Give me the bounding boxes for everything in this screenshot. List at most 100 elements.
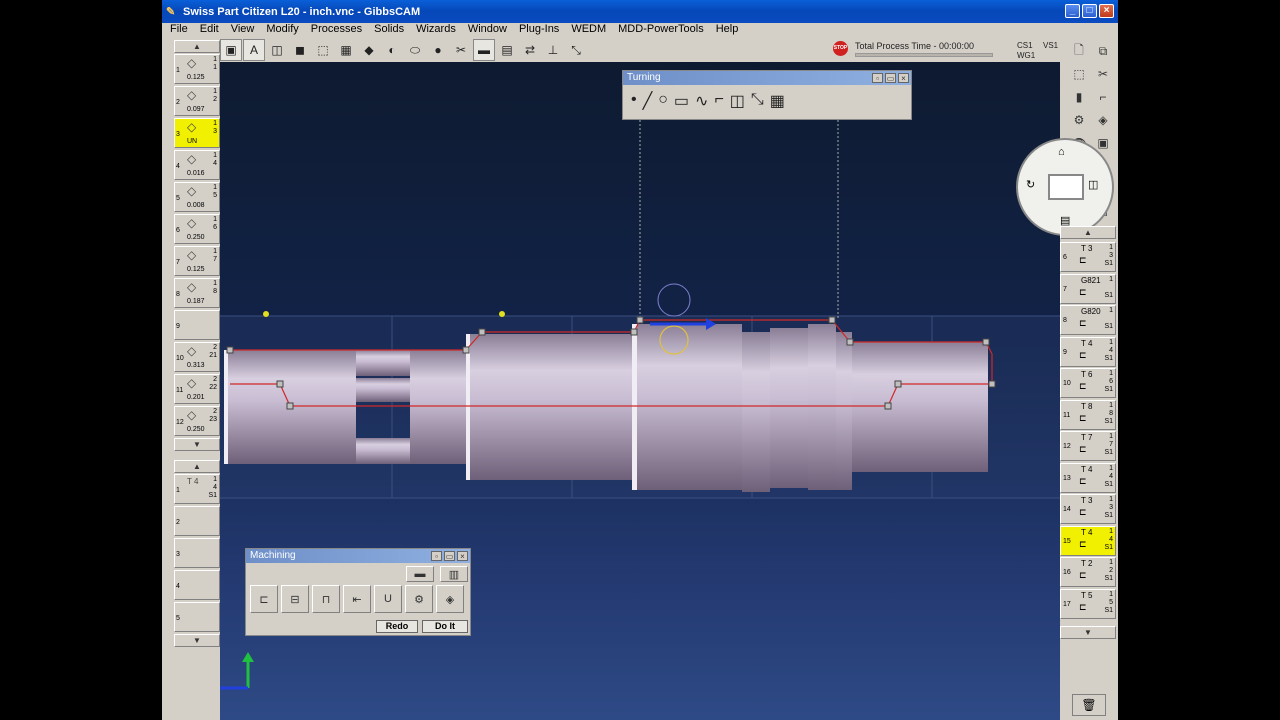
menu-wizards[interactable]: Wizards [410, 23, 462, 35]
operation-tile[interactable]: 1 T 4 1 4 S1 [174, 474, 220, 504]
tool-tile[interactable]: 11 ◇ 0.201 2 22 [174, 374, 220, 404]
menu-file[interactable]: File [164, 23, 194, 35]
groove-process-icon[interactable]: ⊓ [312, 585, 340, 613]
ops-scroll-up-icon[interactable]: ▲ [1060, 226, 1116, 239]
wireframe-view-icon[interactable]: ▣ [220, 39, 242, 61]
move-icon[interactable]: ⤡ [565, 39, 587, 61]
op-list-scroll-up-icon[interactable]: ▲ [174, 460, 220, 473]
hole-process-icon[interactable]: U [374, 585, 402, 613]
operation-tile[interactable]: 3 [174, 538, 220, 568]
tool-tile[interactable]: 12 ◇ 0.250 2 23 [174, 406, 220, 436]
fixture-icon[interactable]: ▤ [496, 39, 518, 61]
tool-tile[interactable]: 9 [174, 310, 220, 340]
operation-tile[interactable]: 16 T 2 ⊏ 1 2 S1 [1060, 557, 1116, 587]
palette-restore-icon[interactable]: ▭ [885, 73, 896, 83]
fixture-mode-icon[interactable]: ▥ [440, 566, 468, 582]
corner-tool-icon[interactable]: ⌐ [714, 91, 723, 111]
layers-icon[interactable]: ◈ [1092, 109, 1114, 131]
trash-icon[interactable]: 🗑 [1072, 694, 1106, 716]
dimension-tool-icon[interactable]: ⤡ [751, 91, 764, 111]
machining-icon[interactable]: ⚙ [1068, 109, 1090, 131]
circle-tool-icon[interactable]: ○ [658, 91, 668, 111]
menu-solids[interactable]: Solids [368, 23, 410, 35]
tool-list-scroll-down-icon[interactable]: ▼ [174, 438, 220, 451]
operation-tile[interactable]: 9 T 4 ⊏ 1 4 S1 [1060, 336, 1116, 367]
select-frame-icon[interactable]: ⬚ [1068, 63, 1090, 85]
operation-tile[interactable]: 5 [174, 602, 220, 632]
view-screen-icon[interactable] [1048, 174, 1084, 200]
menu-view[interactable]: View [225, 23, 261, 35]
text-view-icon[interactable]: A [243, 39, 265, 61]
operation-tile[interactable]: 8 G820 ⊏ 1 S1 [1060, 305, 1116, 335]
palette-pin-icon[interactable]: ▫ [872, 73, 883, 83]
menu-wedm[interactable]: WEDM [565, 23, 612, 35]
tool-tile[interactable]: 2 ◇ 0.097 1 2 [174, 86, 220, 116]
op-list-scroll-down-icon[interactable]: ▼ [174, 634, 220, 647]
render-icon[interactable]: ◐ [381, 39, 403, 61]
redo-button[interactable]: Redo [376, 620, 418, 633]
mill-process-icon[interactable]: ⚙ [405, 585, 433, 613]
do-it-button[interactable]: Do It [422, 620, 468, 633]
stock-mode-icon[interactable]: ▬ [406, 566, 434, 582]
tool-tile[interactable]: 1 ◇ 0.125 1 1 [174, 54, 220, 84]
operation-tile[interactable]: 17 T 5 ⊏ 1 5 S1 [1060, 588, 1116, 619]
menu-modify[interactable]: Modify [260, 23, 304, 35]
box-view-icon[interactable]: ◫ [266, 39, 288, 61]
palette-restore-icon[interactable]: ▭ [444, 551, 455, 561]
view-dial[interactable]: ⌂ ↻ ◫ ▤ [1016, 138, 1114, 236]
cut-part-icon[interactable]: ✂ [450, 39, 472, 61]
axes-icon[interactable]: ⊥ [542, 39, 564, 61]
palette-close-icon[interactable]: × [898, 73, 909, 83]
select-all-icon[interactable]: ⬚ [312, 39, 334, 61]
axis-icon[interactable]: ⌐ [1092, 86, 1114, 108]
point-tool-icon[interactable]: • [631, 91, 637, 111]
tool-tile[interactable]: 6 ◇ 0.250 1 6 [174, 214, 220, 244]
shape-tool-icon[interactable]: ◫ [730, 91, 745, 111]
tool-tile[interactable]: 10 ◇ 0.313 2 21 [174, 342, 220, 372]
rotate-view-icon[interactable]: ↻ [1026, 178, 1035, 191]
sphere-icon[interactable]: ● [427, 39, 449, 61]
minimize-button[interactable]: _ [1065, 4, 1080, 18]
operation-tile[interactable]: 2 [174, 506, 220, 536]
menu-edit[interactable]: Edit [194, 23, 225, 35]
ops-scroll-down-icon[interactable]: ▼ [1060, 626, 1116, 639]
menu-processes[interactable]: Processes [305, 23, 368, 35]
menu-mdd-powertools[interactable]: MDD-PowerTools [612, 23, 710, 35]
spline-tool-icon[interactable]: ∿ [695, 91, 708, 111]
tool-tile[interactable]: 4 ◇ 0.016 1 4 [174, 150, 220, 180]
operation-tile[interactable]: 4 [174, 570, 220, 600]
tool-tile[interactable]: 8 ◇ 0.187 1 8 [174, 278, 220, 308]
table-tool-icon[interactable]: ▦ [770, 91, 785, 111]
tool-tile[interactable]: 3 ◇ UN 1 3 [174, 118, 220, 148]
tool-icon[interactable]: ▮ [1068, 86, 1090, 108]
copy-document-icon[interactable]: ⧉ [1092, 40, 1114, 62]
palette-pin-icon[interactable]: ▫ [431, 551, 442, 561]
contour-process-icon[interactable]: ⊟ [281, 585, 309, 613]
operation-tile[interactable]: 15 T 4 ⊏ 1 4 S1 [1060, 525, 1116, 556]
operation-tile[interactable]: 6 T 3 ⊏ 1 3 S1 [1060, 242, 1116, 272]
thread-process-icon[interactable]: ⇤ [343, 585, 371, 613]
menu-plugins[interactable]: Plug-Ins [513, 23, 565, 35]
new-document-icon[interactable]: 🗋 [1068, 40, 1090, 62]
scissors-icon[interactable]: ✂ [1092, 63, 1114, 85]
operation-tile[interactable]: 10 T 6 ⊏ 1 6 S1 [1060, 368, 1116, 398]
text-tool-icon[interactable]: ▭ [674, 91, 689, 111]
grid-icon[interactable]: ▦ [335, 39, 357, 61]
solid-view-icon[interactable]: ◼ [289, 39, 311, 61]
tool-list-scroll-up-icon[interactable]: ▲ [174, 40, 220, 53]
rough-process-icon[interactable]: ⊏ [250, 585, 278, 613]
graphics-viewport[interactable]: Turning ▫ ▭ × • ╱ ○ ▭ ∿ ⌐ ◫ ⤡ ▦ ⌂ ↻ ◫ ▤ [220, 62, 1114, 720]
stock-icon[interactable]: ▬ [473, 39, 495, 61]
operation-tile[interactable]: 14 T 3 ⊏ 1 3 S1 [1060, 494, 1116, 524]
tool-tile[interactable]: 7 ◇ 0.125 1 7 [174, 246, 220, 276]
close-button[interactable]: × [1099, 4, 1114, 18]
operation-tile[interactable]: 7 G821 ⊏ 1 S1 [1060, 273, 1116, 304]
stop-button[interactable]: STOP [833, 41, 848, 56]
cutoff-process-icon[interactable]: ◈ [436, 585, 464, 613]
maximize-button[interactable]: □ [1082, 4, 1097, 18]
menu-help[interactable]: Help [710, 23, 745, 35]
menu-window[interactable]: Window [462, 23, 513, 35]
tool-tile[interactable]: 5 ◇ 0.008 1 5 [174, 182, 220, 212]
line-tool-icon[interactable]: ╱ [643, 91, 653, 111]
operation-tile[interactable]: 11 T 8 ⊏ 1 8 S1 [1060, 399, 1116, 430]
